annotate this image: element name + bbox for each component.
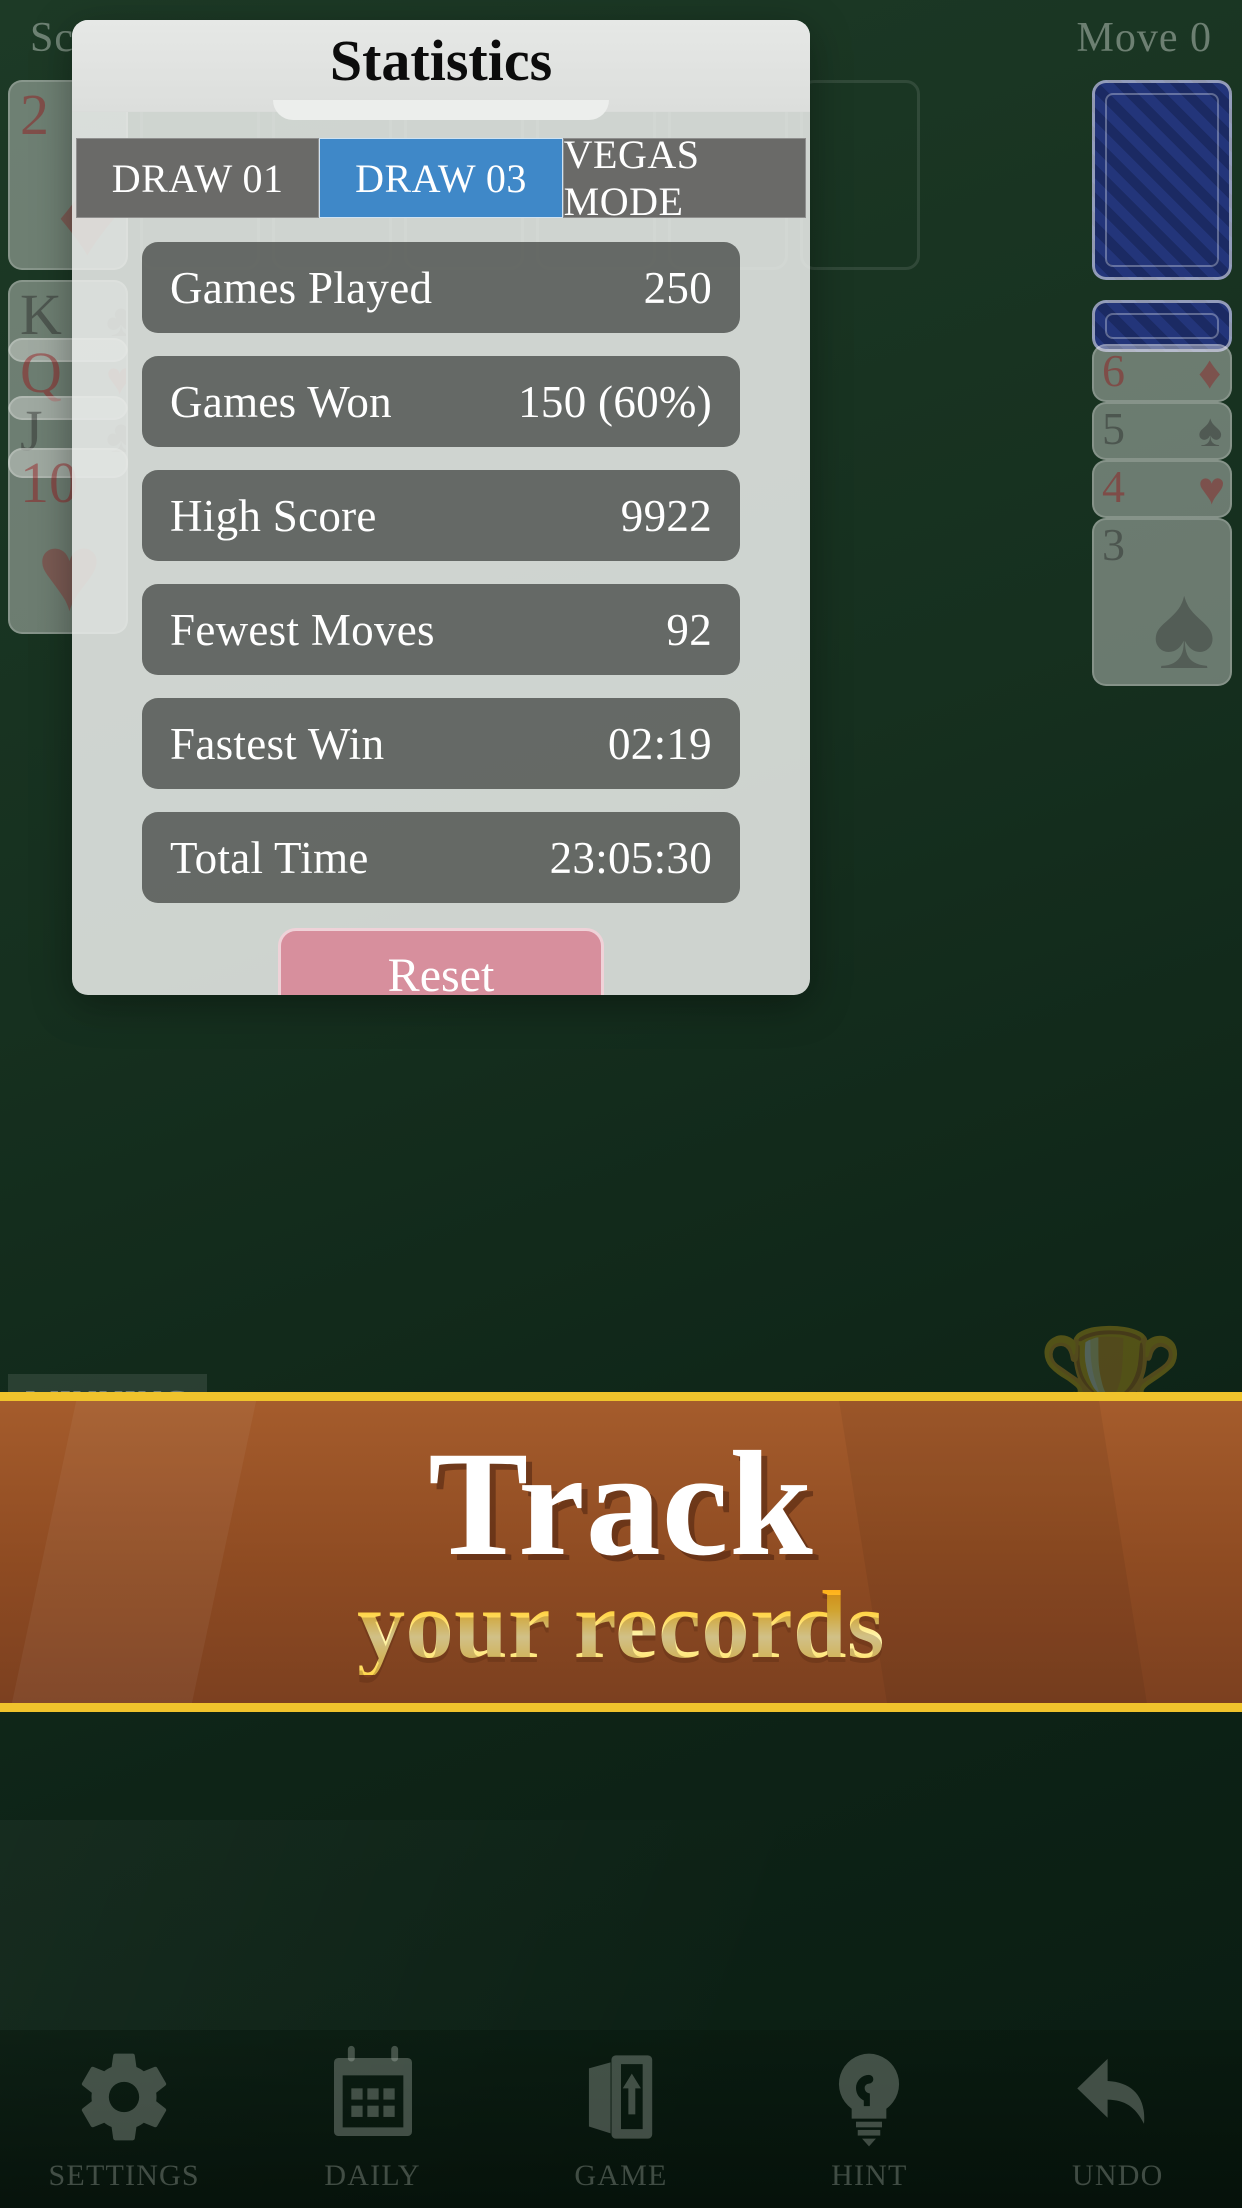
stat-row-fastest-win: Fastest Win 02:19 [142,698,740,789]
card-rank: K [20,282,62,347]
card-suit: ♠ [1152,561,1216,686]
promo-banner: Track your records [0,1392,1242,1712]
app-screen: Score 0 00:00 Move 0 2 ♦ K ♣ Q ♥ J ♣ [0,0,1242,2208]
lightbulb-icon [817,2045,921,2149]
waste-slot[interactable] [800,80,920,270]
stats-list: Games Played 250 Games Won 150 (60%) Hig… [72,242,810,926]
stat-row-games-won: Games Won 150 (60%) [142,356,740,447]
stat-label: Total Time [170,832,369,883]
card-suit: ♠ [1198,405,1223,456]
nav-item-undo[interactable]: UNDO [1018,2045,1218,2193]
nav-item-settings[interactable]: SETTINGS [24,2045,224,2193]
stat-value: 9922 [620,490,712,541]
card-rank: 2 [20,82,49,147]
new-game-icon [569,2045,673,2149]
stat-label: High Score [170,490,377,541]
stat-row-fewest-moves: Fewest Moves 92 [142,584,740,675]
banner-headline: Track [428,1420,814,1587]
nav-item-game[interactable]: GAME [521,2045,721,2193]
card-rank: 6 [1102,345,1125,396]
stat-value: 150 (60%) [518,376,712,427]
moves-label: Move 0 [1076,15,1212,61]
nav-item-daily[interactable]: DAILY [273,2045,473,2193]
stat-row-games-played: Games Played 250 [142,242,740,333]
gear-icon [72,2045,176,2149]
stat-label: Fewest Moves [170,604,435,655]
card-rank: Q [20,340,62,405]
stat-row-high-score: High Score 9922 [142,470,740,561]
page-title: Statistics [329,28,553,93]
banner-subheadline: your records [357,1570,885,1678]
board-card[interactable]: 5 ♠ [1092,402,1232,460]
tab-vegas-mode[interactable]: VEGAS MODE [562,132,806,224]
stat-value: 250 [643,262,712,313]
title-tab-notch [273,100,609,120]
nav-label-undo: UNDO [1072,2159,1164,2192]
tab-draw-01[interactable]: DRAW 01 [76,138,320,218]
nav-label-game: GAME [574,2159,668,2192]
tab-draw-03[interactable]: DRAW 03 [319,138,563,218]
card-rank: 3 [1102,519,1125,570]
statistics-dialog: Statistics DRAW 01 DRAW 03 VEGAS MODE Ga… [72,20,810,995]
reset-button[interactable]: Reset [278,928,604,995]
stat-label: Games Won [170,376,392,427]
mode-tabs: DRAW 01 DRAW 03 VEGAS MODE [76,132,806,224]
nav-label-daily: DAILY [324,2159,421,2192]
nav-label-hint: HINT [831,2159,908,2192]
nav-item-hint[interactable]: HINT [769,2045,969,2193]
stat-value: 23:05:30 [549,832,712,883]
bottom-nav: SETTINGS DAILY GAME HINT UNDO [0,2030,1242,2208]
nav-label-settings: SETTINGS [48,2159,200,2192]
undo-arrow-icon [1066,2045,1170,2149]
card-suit: ♥ [1198,463,1226,514]
board-card[interactable]: 3 ♠ [1092,518,1232,686]
stat-label: Fastest Win [170,718,385,769]
card-rank: 5 [1102,403,1125,454]
stat-row-total-time: Total Time 23:05:30 [142,812,740,903]
board-card[interactable]: 6 ♦ [1092,344,1232,402]
stat-label: Games Played [170,262,433,313]
stock-pile[interactable] [1092,80,1232,280]
board-card[interactable]: 4 ♥ [1092,460,1232,518]
card-rank: 4 [1102,461,1125,512]
stat-value: 02:19 [607,718,712,769]
calendar-icon [321,2045,425,2149]
card-suit: ♦ [1198,347,1222,398]
dialog-titlebar: Statistics [72,20,810,120]
stat-value: 92 [666,604,712,655]
card-rank: 10 [20,450,78,515]
